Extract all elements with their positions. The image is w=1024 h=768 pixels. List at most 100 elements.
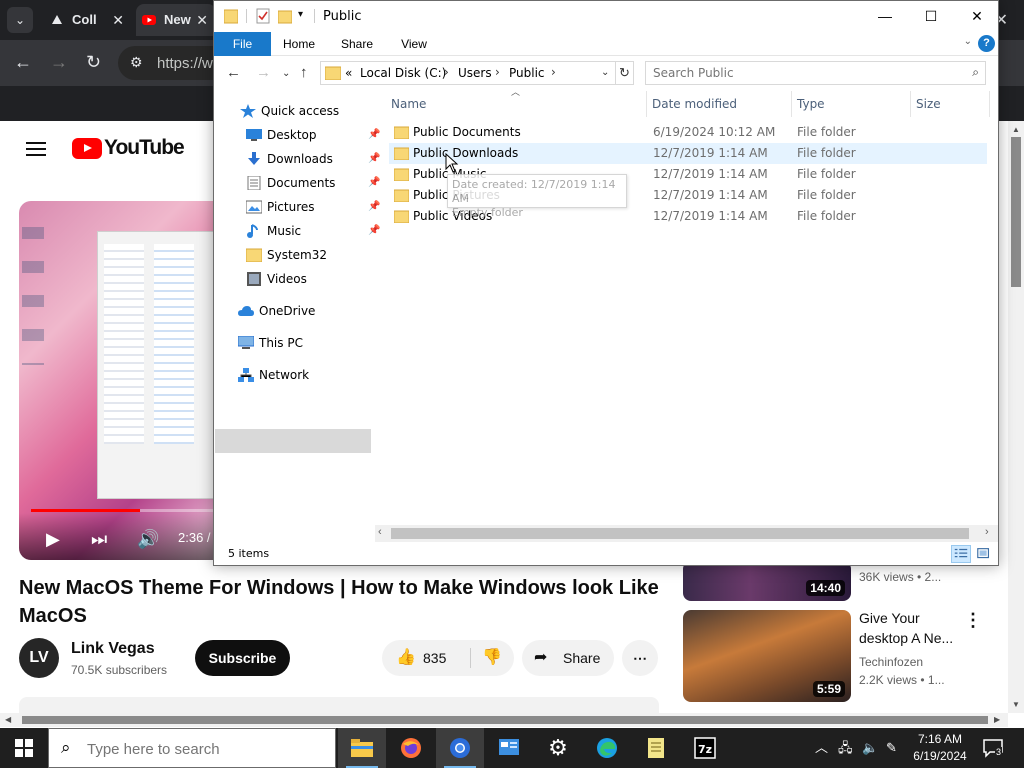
breadcrumb-segment[interactable]: Users — [458, 66, 492, 80]
large-icons-view-button[interactable] — [974, 545, 994, 563]
scrollbar-thumb[interactable] — [22, 716, 988, 724]
nav-item[interactable]: Documents 📌 — [246, 171, 380, 195]
related-video-title[interactable]: Give Your desktop A Ne... — [859, 608, 959, 648]
scroll-down-icon[interactable]: ▼ — [1012, 700, 1020, 709]
show-hidden-icons-icon[interactable]: ︿ — [815, 728, 828, 768]
related-video-thumbnail[interactable]: 5:59 — [683, 610, 851, 702]
taskbar-search[interactable]: ⌕ — [48, 728, 336, 768]
scroll-right-icon[interactable]: ▶ — [994, 715, 1000, 724]
thumbs-up-icon[interactable]: 👍 — [396, 640, 416, 676]
network-icon[interactable]: 🖧 — [838, 728, 853, 768]
taskbar-search-input[interactable] — [87, 738, 317, 760]
breadcrumb-segment[interactable]: Local Disk (C:) — [360, 66, 446, 80]
browser-tab-active[interactable]: New ✕ — [136, 4, 216, 36]
column-header-size[interactable]: Size — [916, 91, 941, 117]
column-divider[interactable] — [646, 91, 647, 117]
pen-workspace-icon[interactable]: ✎ — [886, 728, 897, 768]
site-info-icon[interactable]: ⚙ — [130, 54, 143, 71]
column-header-name[interactable]: Name — [391, 91, 426, 117]
tab-view[interactable]: View — [392, 32, 436, 56]
properties-icon[interactable] — [256, 8, 270, 24]
channel-avatar[interactable]: LV — [19, 638, 59, 678]
back-icon[interactable]: ← — [226, 64, 241, 81]
thumbs-down-icon[interactable]: 👎 — [482, 640, 502, 676]
related-video-menu-icon[interactable]: ⋮ — [964, 610, 982, 631]
scrollbar-thumb[interactable] — [1011, 137, 1021, 287]
related-video-channel[interactable]: Techinfozen — [859, 655, 923, 669]
close-window-icon[interactable]: ✕ — [954, 1, 998, 32]
scroll-left-icon[interactable]: ◀ — [5, 715, 11, 724]
video-player[interactable]: ▶ ⏭ 🔊 2:36 / — [19, 201, 213, 560]
nav-item[interactable]: Quick access — [240, 99, 371, 123]
related-video-thumbnail[interactable]: 14:40 — [683, 561, 851, 601]
address-dropdown-icon[interactable]: ⌄ — [601, 67, 609, 78]
address-overflow[interactable]: « — [345, 66, 352, 80]
share-button[interactable]: ➦ Share — [522, 640, 614, 676]
next-icon[interactable]: ⏭ — [91, 529, 107, 550]
breadcrumb-segment[interactable]: Public — [509, 66, 545, 80]
close-tab-icon[interactable]: ✕ — [112, 4, 124, 36]
maximize-icon[interactable]: ☐ — [908, 1, 954, 32]
file-row[interactable]: Public Downloads 12/7/2019 1:14 AM File fo… — [389, 143, 987, 164]
tab-share[interactable]: Share — [334, 32, 380, 56]
scroll-right-icon[interactable]: › — [985, 526, 989, 538]
nav-item[interactable]: Videos — [246, 267, 371, 291]
recent-locations-icon[interactable]: ⌄ — [282, 68, 290, 79]
customize-qa-icon[interactable]: ▾ — [298, 9, 303, 20]
tab-home[interactable]: Home — [276, 32, 322, 56]
explorer-titlebar[interactable]: ▾ Public — ☐ ✕ — [214, 1, 998, 32]
tab-search-button[interactable]: ⌄ — [7, 7, 33, 33]
scrollbar-thumb[interactable] — [391, 528, 969, 539]
address-bar[interactable]: « Local Disk (C:) › Users › Public › ⌄ — [320, 61, 616, 85]
nav-item[interactable]: This PC — [238, 331, 371, 355]
search-input[interactable] — [646, 62, 956, 84]
column-divider[interactable] — [791, 91, 792, 117]
pin-icon[interactable]: 📌 — [368, 219, 380, 243]
minimize-icon[interactable]: — — [862, 1, 908, 32]
column-header-type[interactable]: Type — [797, 91, 825, 117]
forward-icon[interactable]: → — [50, 52, 68, 73]
help-icon[interactable]: ? — [978, 35, 995, 52]
firefox-taskbar-button[interactable] — [387, 728, 435, 768]
expand-ribbon-icon[interactable]: ⌄ — [964, 36, 972, 47]
edge-taskbar-button[interactable] — [583, 728, 631, 768]
breadcrumb-chevron-icon[interactable]: › — [551, 65, 556, 79]
tab-file[interactable]: File — [214, 32, 271, 56]
nav-item[interactable]: Downloads 📌 — [246, 147, 380, 171]
column-divider[interactable] — [989, 91, 990, 117]
control-panel-taskbar-button[interactable] — [485, 728, 533, 768]
breadcrumb-chevron-icon[interactable]: › — [495, 65, 500, 79]
browser-tab[interactable]: Coll ✕ — [44, 4, 132, 36]
menu-icon[interactable] — [26, 142, 46, 156]
forward-icon[interactable]: → — [256, 64, 271, 81]
notepad-taskbar-button[interactable] — [632, 728, 680, 768]
explorer-horizontal-scrollbar[interactable]: ‹ › — [375, 525, 998, 542]
video-progress-bar[interactable] — [31, 509, 213, 512]
start-button[interactable] — [0, 728, 48, 768]
notifications-button[interactable]: 3 — [982, 738, 1004, 758]
nav-item[interactable]: Music 📌 — [246, 219, 380, 243]
page-horizontal-scrollbar[interactable]: ◀ ▶ — [0, 713, 1008, 727]
pin-icon[interactable]: 📌 — [368, 195, 380, 219]
breadcrumb-chevron-icon[interactable]: › — [444, 65, 449, 79]
play-icon[interactable]: ▶ — [46, 529, 60, 550]
chrome-taskbar-button[interactable] — [436, 728, 484, 768]
scroll-left-icon[interactable]: ‹ — [378, 526, 382, 538]
nav-item[interactable]: Network — [238, 363, 371, 387]
pin-icon[interactable]: 📌 — [368, 123, 380, 147]
page-vertical-scrollbar[interactable]: ▲ ▼ — [1008, 121, 1024, 713]
search-box[interactable]: ⌕ — [645, 61, 986, 85]
close-tab-icon[interactable]: ✕ — [196, 4, 208, 36]
new-folder-icon[interactable] — [278, 8, 292, 24]
description-box[interactable] — [19, 697, 659, 713]
nav-item[interactable]: System32 — [246, 243, 371, 267]
nav-item[interactable]: Desktop 📌 — [246, 123, 380, 147]
pin-icon[interactable]: 📌 — [368, 171, 380, 195]
nav-item[interactable]: Pictures 📌 — [246, 195, 380, 219]
settings-taskbar-button[interactable]: ⚙ — [534, 728, 582, 768]
volume-icon[interactable]: 🔈 — [862, 728, 878, 768]
scroll-up-icon[interactable]: ▲ — [1012, 125, 1020, 134]
details-view-button[interactable] — [951, 545, 971, 563]
column-header-date[interactable]: Date modified — [652, 91, 737, 117]
volume-icon[interactable]: 🔊 — [137, 529, 159, 550]
